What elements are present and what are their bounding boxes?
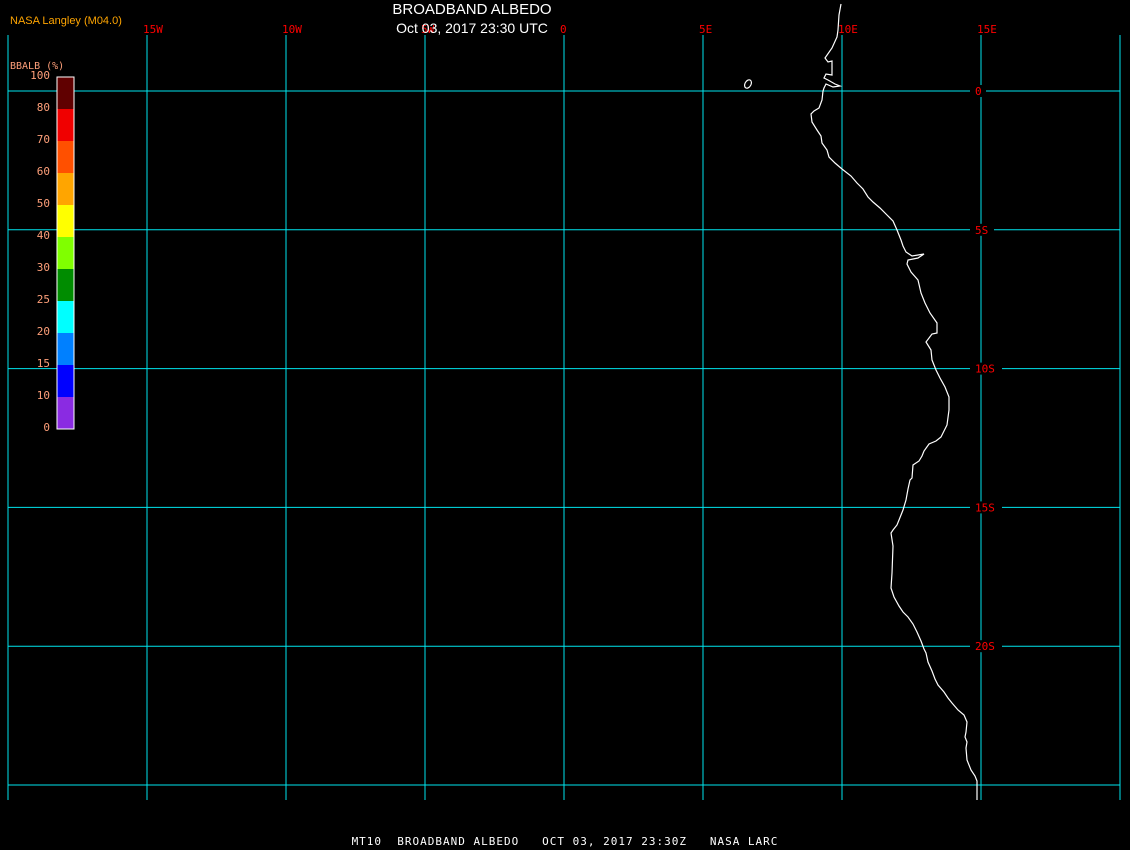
colorbar [56,76,75,430]
legend-tick-label: 80 [36,101,50,114]
colorbar-segment [57,269,74,301]
credit-label: NASA Langley (M04.0) [10,15,122,27]
legend-tick-label: 15 [36,357,50,370]
island-outline [743,79,753,89]
colorbar-segment [57,205,74,237]
legend-tick-label: 0 [43,421,50,434]
longitude-label: 15E [977,23,997,36]
latitude-label: 15S [975,501,995,514]
legend-tick-label: 10 [36,389,50,402]
legend-tick-label: 60 [36,165,50,178]
colorbar-segment [57,397,74,429]
colorbar-segment [57,333,74,365]
colorbar-segment [57,301,74,333]
latitude-label: 5S [975,224,988,237]
colorbar-segment [57,173,74,205]
map-canvas: 15W 10W 5W 0 5E 10E 15E05S10S15S20S [7,3,1121,800]
map-datetime: Oct 03, 2017 23:30 UTC [396,20,548,36]
colorbar-segment [57,365,74,397]
latitude-label: 10S [975,363,995,376]
latitude-label: 0 [975,85,982,98]
legend-tick-label: 30 [36,261,50,274]
coastline-africa [810,3,978,800]
colorbar-segment [57,141,74,173]
legend-tick-label: 20 [36,325,50,338]
legend-tick-label: 100 [30,69,50,82]
legend-tick-label: 50 [36,197,50,210]
latitude-label: 20S [975,640,995,653]
footer-caption: MT10 BROADBAND ALBEDO OCT 03, 2017 23:30… [351,835,779,848]
graticule: 15W 10W 5W 0 5E 10E 15E05S10S15S20S [7,23,1121,800]
colorbar-segment [57,77,74,109]
legend-tick-label: 40 [36,229,50,242]
legend-tick-label: 70 [36,133,50,146]
colorbar-segment [57,237,74,269]
map-title: BROADBAND ALBEDO [392,1,552,18]
legend-tick-label: 25 [36,293,50,306]
colorbar-segment [57,109,74,141]
coastline [743,3,978,800]
